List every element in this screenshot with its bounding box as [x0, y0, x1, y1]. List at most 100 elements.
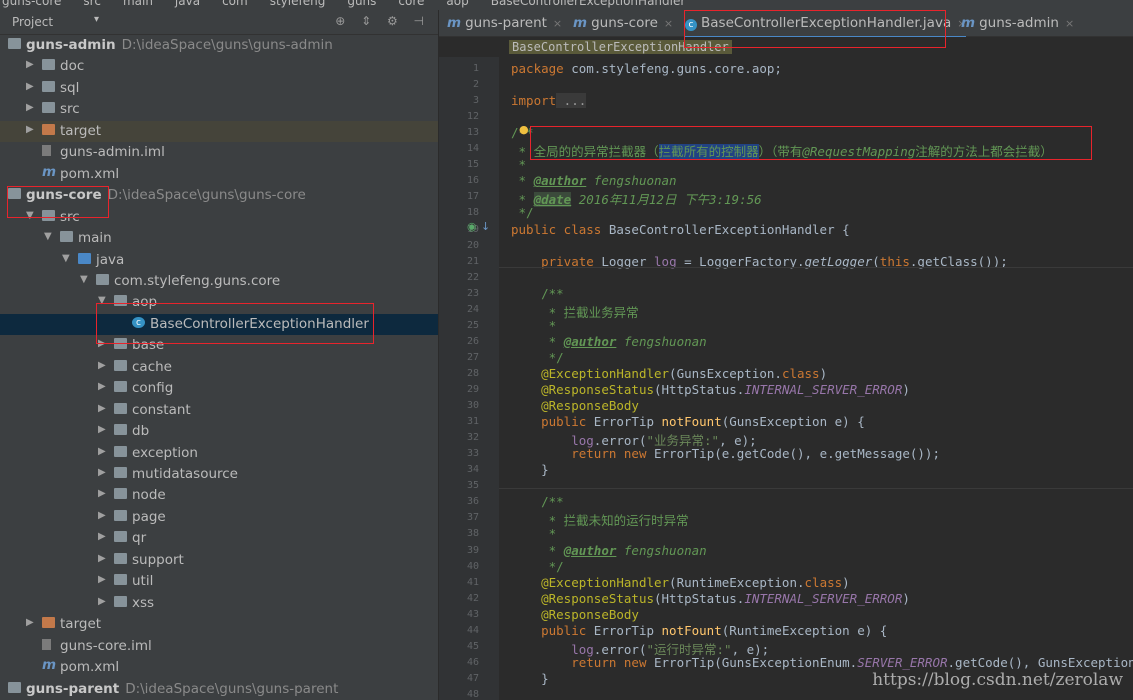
collapse-arrow-icon[interactable]: ▶	[98, 403, 106, 414]
chevron-down-icon[interactable]: ▾	[94, 14, 99, 25]
tree-item-guns-core[interactable]: ▼guns-coreD:\ideaSpace\guns\guns-core	[0, 185, 438, 206]
code-line[interactable]: }	[511, 671, 549, 686]
top-crumb[interactable]: aop	[446, 0, 468, 8]
close-icon[interactable]: ×	[553, 17, 562, 30]
tree-item-xss[interactable]: ▶ xss	[0, 593, 438, 614]
collapse-arrow-icon[interactable]: ▶	[98, 488, 106, 499]
code-line[interactable]: @ExceptionHandler(RuntimeException.class…	[511, 575, 850, 590]
code-line[interactable]: * 全局的的异常拦截器（拦截所有的控制器）（带有@RequestMapping注…	[511, 141, 1053, 160]
code-line[interactable]: import ...	[511, 93, 587, 109]
top-crumb[interactable]: core	[398, 0, 424, 8]
code-line[interactable]: * @author fengshuonan	[511, 334, 707, 349]
tree-item-main[interactable]: ▼ main	[0, 228, 438, 249]
code-line[interactable]: */	[511, 205, 534, 220]
tree-item-target[interactable]: ▶ target	[0, 614, 438, 635]
code-line[interactable]: @ExceptionHandler(GunsException.class)	[511, 366, 827, 381]
code-line[interactable]: */	[511, 350, 564, 365]
collapse-arrow-icon[interactable]: ▶	[26, 124, 34, 135]
expand-arrow-icon[interactable]: ▼	[26, 210, 34, 221]
tree-item-exception[interactable]: ▶ exception	[0, 443, 438, 464]
code-line[interactable]: return new ErrorTip(e.getCode(), e.getMe…	[511, 446, 940, 461]
collapse-arrow-icon[interactable]: ▶	[98, 360, 106, 371]
expand-arrow-icon[interactable]: ▼	[80, 274, 88, 285]
code-line[interactable]: @ResponseStatus(HttpStatus.INTERNAL_SERV…	[511, 382, 910, 397]
code-line[interactable]: return new ErrorTip(GunsExceptionEnum.SE…	[511, 655, 1133, 670]
tab-guns-core[interactable]: m guns-core ×	[573, 15, 673, 31]
top-crumb[interactable]: main	[123, 0, 153, 8]
tree-item-guns-core-iml[interactable]: guns-core.iml	[0, 636, 438, 657]
collapse-arrow-icon[interactable]: ▶	[98, 553, 106, 564]
collapse-arrow-icon[interactable]: ▶	[26, 59, 34, 70]
collapse-arrow-icon[interactable]: ▶	[98, 574, 106, 585]
close-icon[interactable]: ×	[1065, 17, 1074, 30]
expand-arrow-icon[interactable]: ▼	[98, 295, 106, 306]
code-line[interactable]: public class BaseControllerExceptionHand…	[511, 222, 850, 237]
top-crumb[interactable]: guns	[347, 0, 376, 8]
tree-item-support[interactable]: ▶ support	[0, 550, 438, 571]
override-gutter-icon[interactable]: ↓	[481, 220, 490, 233]
code-line[interactable]: public ErrorTip notFount(RuntimeExceptio…	[511, 623, 887, 638]
tree-item-cache[interactable]: ▶ cache	[0, 357, 438, 378]
tree-item-util[interactable]: ▶ util	[0, 571, 438, 592]
tree-item-guns-admin-iml[interactable]: guns-admin.iml	[0, 142, 438, 163]
top-crumb[interactable]: com	[222, 0, 248, 8]
tree-item-node[interactable]: ▶ node	[0, 485, 438, 506]
project-panel-title[interactable]: Project	[12, 15, 53, 29]
lightbulb-icon[interactable]: ●	[519, 123, 529, 136]
tree-item-pom-xml[interactable]: m pom.xml	[0, 164, 438, 185]
tree-item-java[interactable]: ▼ java	[0, 250, 438, 271]
code-line[interactable]: }	[511, 462, 549, 477]
top-crumb[interactable]: src	[83, 0, 101, 8]
tree-item-src[interactable]: ▼ src	[0, 207, 438, 228]
tree-item-constant[interactable]: ▶ constant	[0, 400, 438, 421]
code-line[interactable]: package com.stylefeng.guns.core.aop;	[511, 61, 782, 76]
collapse-arrow-icon[interactable]: ▶	[98, 531, 106, 542]
project-toolbar-icons[interactable]: ⊕ ⇕ ⚙ ⊣	[335, 14, 430, 28]
code-line[interactable]: */	[511, 559, 564, 574]
tree-item-db[interactable]: ▶ db	[0, 421, 438, 442]
tree-item-qr[interactable]: ▶ qr	[0, 528, 438, 549]
collapse-arrow-icon[interactable]: ▶	[98, 446, 106, 457]
tree-item-com-stylefeng-guns-core[interactable]: ▼ com.stylefeng.guns.core	[0, 271, 438, 292]
collapse-arrow-icon[interactable]: ▶	[26, 617, 34, 628]
tree-item-guns-parent[interactable]: ▶guns-parentD:\ideaSpace\guns\guns-paren…	[0, 679, 438, 700]
tree-item-config[interactable]: ▶ config	[0, 378, 438, 399]
code-line[interactable]: @ResponseBody	[511, 607, 639, 622]
tree-item-doc[interactable]: ▶ doc	[0, 56, 438, 77]
code-line[interactable]: /**	[511, 494, 564, 509]
tree-item-mutidatasource[interactable]: ▶ mutidatasource	[0, 464, 438, 485]
tab-guns-admin[interactable]: m guns-admin ×	[961, 15, 1074, 31]
collapse-arrow-icon[interactable]: ▶	[98, 596, 106, 607]
code-line[interactable]: * @author fengshuonan	[511, 543, 707, 558]
collapse-arrow-icon[interactable]: ▶	[98, 467, 106, 478]
tree-item-basecontrollerexceptionhandler[interactable]: c BaseControllerExceptionHandler	[0, 313, 438, 335]
code-line[interactable]: /**	[511, 286, 564, 301]
top-crumb[interactable]: guns-core	[2, 0, 61, 8]
tree-item-target[interactable]: ▶ target	[0, 120, 438, 142]
tree-item-page[interactable]: ▶ page	[0, 507, 438, 528]
expand-arrow-icon[interactable]: ▼	[62, 253, 70, 264]
top-crumb[interactable]: stylefeng	[270, 0, 326, 8]
code-line[interactable]: public ErrorTip notFount(GunsException e…	[511, 414, 865, 429]
code-line[interactable]: *	[511, 318, 557, 333]
collapse-arrow-icon[interactable]: ▶	[98, 510, 106, 521]
run-gutter-icon[interactable]: ◉	[467, 220, 477, 233]
close-icon[interactable]: ×	[664, 17, 673, 30]
code-line[interactable]: *	[511, 157, 527, 172]
tree-item-aop[interactable]: ▼ aop	[0, 292, 438, 313]
tree-item-pom-xml[interactable]: m pom.xml	[0, 657, 438, 678]
expand-arrow-icon[interactable]: ▼	[44, 231, 52, 242]
tree-item-guns-admin[interactable]: ▼guns-adminD:\ideaSpace\guns\guns-admin	[0, 35, 438, 56]
top-crumb[interactable]: java	[175, 0, 200, 8]
code-line[interactable]: * @date 2016年11月12日 下午3:19:56	[511, 189, 762, 208]
collapse-arrow-icon[interactable]: ▶	[26, 81, 34, 92]
tree-item-base[interactable]: ▶ base	[0, 335, 438, 356]
collapse-arrow-icon[interactable]: ▶	[26, 102, 34, 113]
code-line[interactable]: @ResponseStatus(HttpStatus.INTERNAL_SERV…	[511, 591, 910, 606]
code-line[interactable]: *	[511, 526, 557, 541]
top-crumb[interactable]: BaseControllerExceptionHandler	[491, 0, 686, 8]
tab-guns-parent[interactable]: m guns-parent ×	[447, 15, 562, 31]
tab-basecontrollerexceptionhandler-java[interactable]: c BaseControllerExceptionHandler.java ×	[685, 15, 967, 39]
tree-item-src[interactable]: ▶ src	[0, 99, 438, 120]
collapse-arrow-icon[interactable]: ▶	[98, 424, 106, 435]
